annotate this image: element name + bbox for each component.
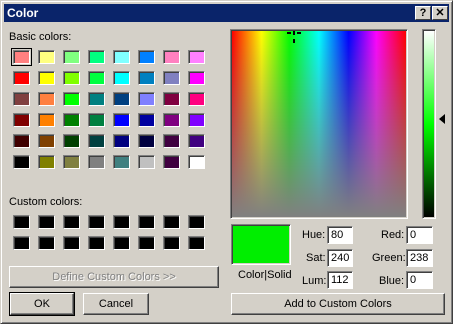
basic-color-swatch[interactable] (88, 134, 105, 148)
color-preview (233, 226, 289, 263)
basic-color-swatch[interactable] (88, 71, 105, 85)
basic-colors-label: Basic colors: (9, 31, 72, 43)
basic-color-swatch[interactable] (188, 134, 205, 148)
color-spectrum-frame (230, 29, 408, 219)
basic-color-swatch[interactable] (38, 155, 55, 169)
basic-color-swatch[interactable] (113, 50, 130, 64)
basic-color-swatch[interactable] (163, 50, 180, 64)
blue-field[interactable]: 0 (406, 271, 433, 289)
help-button[interactable]: ? (415, 6, 431, 20)
color-spectrum[interactable] (232, 31, 406, 217)
custom-color-swatch[interactable] (88, 215, 105, 229)
basic-color-swatch[interactable] (113, 155, 130, 169)
basic-color-swatch[interactable] (113, 71, 130, 85)
basic-color-swatch[interactable] (38, 92, 55, 106)
basic-color-swatch[interactable] (88, 92, 105, 106)
title-bar[interactable]: Color ? ✕ (4, 4, 449, 22)
basic-color-swatch[interactable] (63, 113, 80, 127)
window-title: Color (7, 6, 39, 20)
luminosity-arrow-icon[interactable] (439, 114, 445, 124)
basic-color-swatch[interactable] (38, 71, 55, 85)
hue-field[interactable]: 80 (327, 226, 353, 244)
basic-color-swatch[interactable] (138, 92, 155, 106)
basic-color-swatch[interactable] (63, 50, 80, 64)
basic-color-swatch[interactable] (38, 134, 55, 148)
basic-color-swatch[interactable] (138, 113, 155, 127)
basic-color-swatch[interactable] (63, 71, 80, 85)
custom-color-swatch[interactable] (113, 236, 130, 250)
basic-color-swatch[interactable] (113, 134, 130, 148)
sat-field[interactable]: 240 (327, 249, 353, 267)
cancel-button[interactable]: Cancel (83, 293, 149, 315)
basic-color-swatch[interactable] (163, 113, 180, 127)
basic-color-swatch[interactable] (38, 113, 55, 127)
basic-color-swatch[interactable] (63, 155, 80, 169)
custom-color-swatch[interactable] (88, 236, 105, 250)
basic-color-swatch[interactable] (63, 92, 80, 106)
custom-color-swatch[interactable] (163, 236, 180, 250)
basic-color-swatch[interactable] (13, 113, 30, 127)
basic-color-swatch[interactable] (138, 134, 155, 148)
basic-color-swatch[interactable] (88, 113, 105, 127)
luminosity-bar-frame (422, 29, 436, 219)
add-to-custom-colors-button[interactable]: Add to Custom Colors (231, 293, 445, 315)
custom-color-swatch[interactable] (188, 215, 205, 229)
custom-color-swatch[interactable] (63, 236, 80, 250)
custom-color-swatch[interactable] (163, 215, 180, 229)
basic-color-swatch[interactable] (138, 71, 155, 85)
custom-color-swatch[interactable] (138, 236, 155, 250)
custom-colors-label: Custom colors: (9, 196, 83, 208)
green-field[interactable]: 238 (406, 249, 433, 267)
basic-color-swatch[interactable] (38, 50, 55, 64)
red-field[interactable]: 0 (406, 226, 433, 244)
red-label: Red: (381, 229, 405, 241)
close-button[interactable]: ✕ (432, 6, 448, 20)
custom-color-swatch[interactable] (38, 215, 55, 229)
basic-color-swatch[interactable] (188, 113, 205, 127)
ok-button[interactable]: OK (9, 292, 75, 316)
custom-color-swatch[interactable] (38, 236, 55, 250)
basic-color-swatch[interactable] (113, 113, 130, 127)
color-preview-frame (231, 224, 291, 265)
basic-color-swatch[interactable] (113, 92, 130, 106)
custom-color-swatch[interactable] (13, 236, 30, 250)
basic-color-swatch[interactable] (88, 50, 105, 64)
lum-label: Lum: (302, 275, 327, 287)
basic-color-swatch[interactable] (13, 155, 30, 169)
lum-field[interactable]: 112 (327, 271, 353, 289)
luminosity-bar[interactable] (424, 31, 434, 217)
blue-label: Blue: (379, 275, 405, 287)
custom-color-swatch[interactable] (63, 215, 80, 229)
custom-color-swatch[interactable] (138, 215, 155, 229)
define-custom-colors-button: Define Custom Colors >> (9, 266, 219, 288)
basic-color-swatch[interactable] (188, 155, 205, 169)
basic-color-swatch[interactable] (163, 92, 180, 106)
basic-color-swatch[interactable] (138, 50, 155, 64)
basic-color-swatch[interactable] (188, 71, 205, 85)
custom-color-swatch[interactable] (113, 215, 130, 229)
hue-label: Hue: (302, 229, 326, 241)
basic-color-swatch[interactable] (188, 50, 205, 64)
basic-color-swatch[interactable] (163, 71, 180, 85)
basic-color-swatch[interactable] (163, 155, 180, 169)
basic-color-swatch[interactable] (11, 48, 32, 66)
custom-color-swatch[interactable] (188, 236, 205, 250)
basic-color-swatch[interactable] (13, 92, 30, 106)
crosshair-cursor-icon (287, 31, 301, 43)
basic-color-swatch[interactable] (88, 155, 105, 169)
color-solid-label: Color|Solid (238, 269, 292, 281)
basic-color-swatch[interactable] (138, 155, 155, 169)
green-label: Green: (372, 252, 406, 264)
basic-color-swatch[interactable] (13, 71, 30, 85)
basic-color-swatch[interactable] (188, 92, 205, 106)
color-dialog: Color ? ✕ Basic colors: Custom colors: D… (0, 0, 453, 324)
sat-label: Sat: (306, 252, 326, 264)
basic-color-swatch[interactable] (163, 134, 180, 148)
basic-color-swatch[interactable] (63, 134, 80, 148)
custom-color-swatch[interactable] (13, 215, 30, 229)
basic-color-swatch[interactable] (13, 134, 30, 148)
